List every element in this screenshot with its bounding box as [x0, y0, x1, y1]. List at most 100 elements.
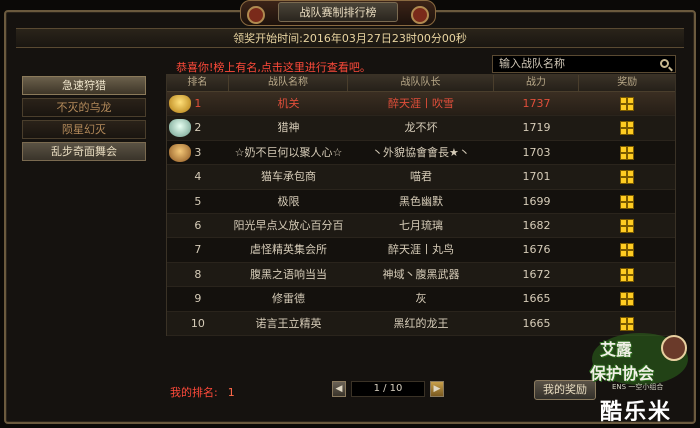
- watermark-brand: 酷乐米: [600, 400, 673, 425]
- header-team: 战队名称: [229, 75, 349, 91]
- gold-medal-icon: [169, 95, 191, 113]
- power-cell: 1665: [522, 316, 551, 330]
- power-cell: 1665: [522, 292, 551, 306]
- pager: ◀ 1 / 10 ▶: [332, 381, 444, 397]
- captain-cell: 黑红的龙王: [393, 316, 449, 330]
- captain-cell: 喵君: [409, 170, 432, 184]
- rank-number: 7: [194, 243, 202, 257]
- rank-cell: 8: [167, 263, 229, 286]
- rank-cell: 10: [167, 312, 229, 335]
- reward-cell: [579, 287, 675, 310]
- silver-medal-icon: [169, 119, 191, 138]
- rank-number: 5: [194, 194, 202, 208]
- reward-time-label: 领奖开始时间:2016年03月27日23时00分00秒: [16, 28, 684, 48]
- rank-cell: 9: [167, 287, 229, 310]
- header-reward: 奖励: [617, 77, 638, 88]
- table-row[interactable]: 8 腹黑之语响当当 神域丶腹黑武器 1672: [167, 262, 675, 288]
- captain-cell: 龙不坏: [404, 121, 438, 135]
- my-rank-label: 我的排名:: [170, 386, 218, 399]
- rank-number: 6: [194, 218, 202, 232]
- captain-cell: 丶外貌協會會長★丶: [372, 145, 470, 159]
- power-cell: 1676: [522, 243, 551, 257]
- captain-cell: 灰: [415, 292, 427, 306]
- table-row[interactable]: 7 虐怪精英集会所 醉天涯丨丸鸟 1676: [167, 238, 675, 263]
- reward-cell: [579, 165, 675, 188]
- window-title: 战队赛制排行榜: [278, 2, 398, 22]
- captain-cell: 醉天涯丨吹雪: [387, 97, 454, 110]
- sidebar-item-1[interactable]: 不灭的乌龙: [22, 98, 146, 117]
- gift-icon[interactable]: [620, 243, 635, 258]
- team-name-cell: 猎神: [277, 121, 300, 135]
- rank-number: 10: [190, 316, 205, 330]
- team-name-cell: 阳光早点乂放心百分百: [233, 218, 344, 232]
- power-cell: 1719: [522, 121, 551, 135]
- captain-cell: 神域丶腹黑武器: [382, 267, 460, 281]
- sidebar-item-0[interactable]: 急速狩猎: [22, 76, 146, 95]
- rank-number: 9: [194, 292, 202, 306]
- table-row[interactable]: 5 极限 黑色幽默 1699: [167, 190, 675, 214]
- watermark-line1: 艾露: [600, 340, 633, 359]
- table-row[interactable]: 6 阳光早点乂放心百分百 七月琉璃 1682: [167, 213, 675, 239]
- team-name-cell: 虐怪精英集会所: [250, 243, 328, 257]
- rank-cell: 5: [167, 190, 229, 213]
- power-cell: 1703: [522, 145, 551, 159]
- sidebar-item-2[interactable]: 陨星幻灭: [22, 120, 146, 139]
- my-reward-button[interactable]: 我的奖励: [534, 380, 596, 400]
- gift-icon[interactable]: [620, 121, 635, 136]
- table-row[interactable]: 4 猫车承包商 喵君 1701: [167, 165, 675, 190]
- gift-icon[interactable]: [620, 267, 635, 282]
- search-icon[interactable]: [660, 59, 669, 68]
- team-name-cell: 机关: [277, 97, 300, 110]
- rank-number: 3: [194, 145, 202, 159]
- ranking-table: 排名 战队名称 战队队长 战力 奖励 1 机关 醉天涯丨吹雪 1737 2 猎神 龙不坏 17…: [166, 74, 676, 336]
- sidebar: 急速狩猎 不灭的乌龙 陨星幻灭 乱步奇面舞会: [22, 76, 146, 164]
- rank-cell: 4: [167, 165, 229, 188]
- team-name-cell: 猫车承包商: [261, 170, 317, 184]
- reward-cell: [579, 92, 675, 115]
- table-row[interactable]: 3 ☆奶不巨何以聚人心☆ 丶外貌協會會長★丶 1703: [167, 141, 675, 166]
- power-cell: 1699: [522, 194, 551, 208]
- gift-icon[interactable]: [620, 292, 635, 307]
- rank-cell: 1: [167, 92, 229, 115]
- next-page-button[interactable]: ▶: [430, 381, 444, 397]
- gift-icon[interactable]: [620, 218, 635, 233]
- team-name-cell: 腹黑之语响当当: [250, 267, 328, 281]
- table-row[interactable]: 2 猎神 龙不坏 1719: [167, 116, 675, 141]
- reward-cell: [579, 116, 675, 139]
- power-cell: 1737: [522, 97, 551, 110]
- table-row[interactable]: 1 机关 醉天涯丨吹雪 1737: [167, 92, 675, 117]
- gift-icon[interactable]: [620, 170, 635, 185]
- reward-cell: [579, 214, 675, 237]
- my-rank: 我的排名: 1: [170, 384, 235, 400]
- rank-number: 1: [194, 97, 202, 110]
- search-input[interactable]: 输入战队名称: [492, 55, 676, 73]
- power-cell: 1682: [522, 218, 551, 232]
- team-name-cell: 诺言王立精英: [255, 316, 322, 330]
- gift-icon[interactable]: [620, 194, 635, 209]
- gift-icon[interactable]: [620, 97, 635, 111]
- rank-number: 4: [194, 170, 202, 184]
- gift-icon[interactable]: [620, 145, 635, 160]
- power-cell: 1701: [522, 170, 551, 184]
- captain-cell: 醉天涯丨丸鸟: [387, 243, 454, 257]
- rank-cell: 6: [167, 214, 229, 237]
- table-header: 排名 战队名称 战队队长 战力 奖励: [167, 75, 675, 92]
- page-indicator: 1 / 10: [351, 381, 425, 397]
- bronze-medal-icon: [169, 143, 191, 162]
- sidebar-item-3[interactable]: 乱步奇面舞会: [22, 142, 146, 161]
- rank-number: 8: [194, 267, 202, 281]
- team-name-cell: 极限: [277, 194, 300, 208]
- reward-cell: [579, 263, 675, 286]
- congrats-notice[interactable]: 恭喜你!榜上有名,点击这里进行查看吧。: [176, 59, 371, 75]
- rank-cell: 7: [167, 238, 229, 261]
- table-row[interactable]: 9 修雷德 灰 1665: [167, 287, 675, 312]
- search-placeholder: 输入战队名称: [499, 57, 565, 70]
- team-name-cell: 修雷德: [272, 292, 306, 306]
- captain-cell: 七月琉璃: [398, 218, 443, 232]
- reward-cell: [579, 141, 675, 164]
- team-name-cell: ☆奶不巨何以聚人心☆: [234, 145, 343, 159]
- watermark-line2: 保护协会: [590, 364, 655, 383]
- header-captain: 战队队长: [348, 75, 494, 91]
- power-cell: 1672: [522, 267, 551, 281]
- prev-page-button[interactable]: ◀: [332, 381, 346, 397]
